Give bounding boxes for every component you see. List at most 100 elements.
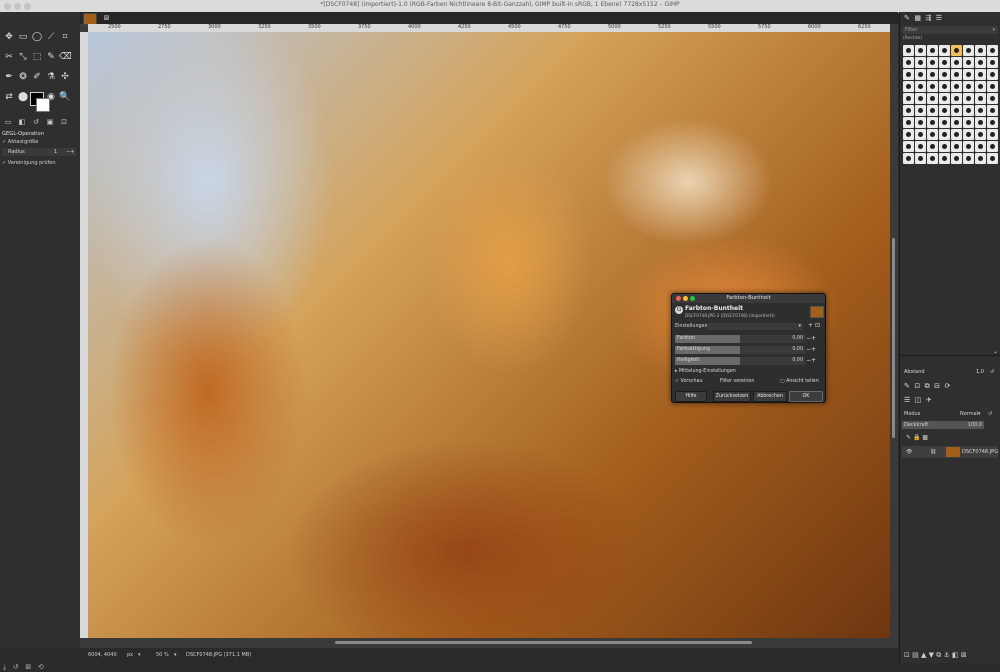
tool-icon[interactable]: ⌫ [59,51,72,63]
color-swatches[interactable] [30,92,50,112]
brush-preset[interactable] [974,116,986,128]
vertical-ruler[interactable] [80,32,88,638]
brush-preset[interactable] [986,92,998,104]
brush-preset[interactable] [950,56,962,68]
cancel-button[interactable]: Abbrechen [753,391,787,402]
brush-preset[interactable] [974,152,986,164]
lock-alpha-icon[interactable]: ▩ [922,434,928,441]
brush-preset[interactable] [986,116,998,128]
new-layer-icon[interactable]: ⊡ [904,651,910,659]
brush-preset[interactable] [914,68,926,80]
brush-preset[interactable] [962,140,974,152]
brush-preset[interactable] [914,104,926,116]
brush-preset[interactable] [914,56,926,68]
mask-layer-icon[interactable]: ◧ [952,651,959,659]
horizontal-scrollbar[interactable] [335,641,752,644]
reset-options-icon[interactable]: ⟲ [38,663,44,671]
merge-filter-checkbox[interactable]: Filter vereinen [720,379,754,384]
reset-button[interactable]: Zurücksetzen [713,391,751,402]
brush-preset[interactable] [926,68,938,80]
adjust-slider[interactable]: Farbton 0,00 [675,335,805,343]
brush-preset[interactable] [950,104,962,116]
tool-icon[interactable]: ◯ [31,31,43,43]
unit-dropdown-icon[interactable]: ▾ [138,648,141,663]
spacing-row[interactable]: Abstand 1,0 ↺ [902,368,998,376]
raise-layer-icon[interactable]: ▲ [921,651,926,659]
brush-preset[interactable] [902,80,914,92]
brush-preset[interactable] [962,128,974,140]
save-options-icon[interactable]: ⤓ [3,663,6,671]
brush-preset[interactable] [914,140,926,152]
brush-preset[interactable] [962,104,974,116]
duplicate-brush-icon[interactable]: ⧉ [925,382,930,390]
anchor-layer-icon[interactable]: ⚓ [943,651,949,659]
brush-preset[interactable] [926,104,938,116]
brush-preset[interactable] [938,80,950,92]
slider-stepper-icon[interactable]: −+ [806,357,816,365]
tool-icon[interactable]: 🔍 [59,91,71,103]
tool-icon[interactable]: ⬤ [17,91,29,103]
dialog-close-button[interactable] [676,296,681,301]
delete-options-icon[interactable]: ⊠ [25,663,31,671]
brush-preset[interactable] [986,80,998,92]
brush-preset[interactable] [926,140,938,152]
brush-preset[interactable] [926,92,938,104]
brush-preset[interactable] [926,152,938,164]
presets-add-icon[interactable]: + [808,322,813,330]
horizontal-ruler[interactable]: 2500 2750 3000 3250 3500 3750 4000 4250 4500 4750… [88,24,890,32]
brush-preset[interactable] [926,56,938,68]
patterns-tab-icon[interactable]: ▦ [914,14,921,22]
brush-preset[interactable] [938,128,950,140]
brush-preset[interactable] [938,104,950,116]
brush-preset[interactable] [974,104,986,116]
document-tab-icon[interactable]: ☰ [936,14,942,22]
brush-preset[interactable] [902,68,914,80]
brush-preset[interactable] [914,80,926,92]
mode-reset-icon[interactable]: ↺ [988,411,992,417]
images-tab-icon[interactable]: ▣ [44,118,56,126]
brush-filter-input[interactable]: Filter ▾ [902,26,998,34]
delete-layer-icon[interactable]: ⊠ [961,651,967,659]
paths-tab-icon[interactable]: ✈ [926,396,932,404]
brush-preset[interactable] [974,44,986,56]
device-status-tab-icon[interactable]: ◧ [16,118,28,126]
dialog-zoom-button[interactable] [690,296,695,301]
brush-preset[interactable] [986,68,998,80]
blending-options-toggle[interactable]: ▸ Mittelung-Einstellungen [675,369,736,374]
radius-stepper-icon[interactable]: −+ [66,148,74,156]
duplicate-layer-icon[interactable]: ⧉ [936,651,941,659]
brush-preset[interactable] [902,140,914,152]
opacity-slider[interactable]: Deckkraft 100,0 [902,421,984,429]
brush-preset[interactable] [938,116,950,128]
tool-icon[interactable]: ⟋ [45,31,57,43]
brush-preset[interactable] [974,140,986,152]
visibility-eye-icon[interactable]: 👁 [906,446,912,458]
brush-preset[interactable] [926,80,938,92]
brush-preset[interactable] [914,44,926,56]
presets-combo[interactable]: ▾ [707,323,803,330]
layer-row[interactable]: 👁 ⛓ DSCF0748.JPG [902,446,998,458]
brush-preset[interactable] [926,116,938,128]
dialog-minimize-button[interactable] [683,296,688,301]
restore-options-icon[interactable]: ↺ [13,663,19,671]
slider-stepper-icon[interactable]: −+ [806,346,816,354]
brush-preset[interactable] [914,152,926,164]
tool-icon[interactable]: ✎ [45,51,57,63]
mode-dropdown-icon[interactable]: ▾ [978,411,981,417]
brush-preset[interactable] [974,80,986,92]
new-group-icon[interactable]: ▤ [912,651,919,659]
brush-preset[interactable] [986,56,998,68]
tool-options-tab-icon[interactable]: ▭ [2,118,14,126]
brush-preset[interactable] [902,44,914,56]
tool-icon[interactable]: ▭ [17,31,29,43]
brush-preset[interactable] [962,92,974,104]
brush-preset[interactable] [914,116,926,128]
help-button[interactable]: Hilfe [675,391,707,402]
brush-preset[interactable] [986,140,998,152]
spacing-reset-icon[interactable]: ↺ [990,368,994,376]
brush-preset[interactable] [902,56,914,68]
brush-preset[interactable] [986,152,998,164]
brush-preset[interactable] [902,152,914,164]
new-brush-icon[interactable]: ⊡ [914,382,920,390]
brush-preset[interactable] [974,92,986,104]
